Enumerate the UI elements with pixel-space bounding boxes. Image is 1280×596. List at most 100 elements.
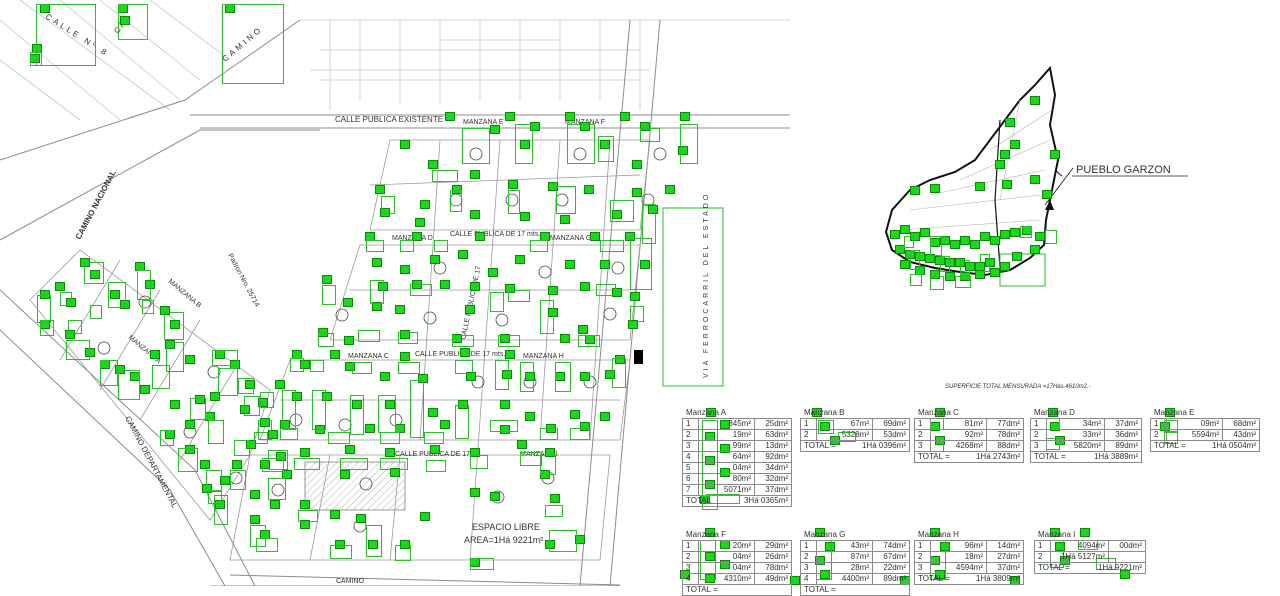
map-marker-icon [560, 334, 570, 343]
map-marker-icon [975, 182, 985, 191]
annotation-box [30, 52, 42, 66]
map-marker-icon [565, 112, 575, 121]
total-value [726, 585, 792, 595]
map-marker-icon [505, 350, 515, 359]
lot-number: 4 [800, 574, 816, 584]
table-total-row: TOTAL = 1Há 3889m² [1030, 451, 1142, 463]
table-rows: 1 96m² 14dm² 2 18m² 27dm² 3 4594m² 37dm² TOTAL = 1… [914, 540, 1024, 585]
map-marker-icon [1012, 252, 1022, 261]
map-marker-icon [630, 292, 640, 301]
annotation-box [118, 4, 148, 40]
total-label: TOTAL [682, 496, 726, 506]
annotation-box [395, 545, 411, 561]
map-marker-icon [1050, 150, 1060, 159]
map-marker-icon [185, 355, 195, 364]
map-marker-icon [580, 282, 590, 291]
lot-number: 1 [800, 541, 816, 551]
lot-area: 04m² [698, 563, 754, 573]
lot-area: 19m² [698, 430, 754, 440]
subdivision-map: CALLE PUBLICA EXISTENTE CALLE PUBLICA DE… [0, 0, 1188, 586]
total-label: TOTAL = [1150, 441, 1194, 451]
total-label: TOTAL = [914, 452, 958, 462]
annotation-box [108, 282, 126, 308]
map-marker-icon [1035, 232, 1045, 241]
map-marker-icon [508, 180, 518, 189]
lot-number: 4 [682, 574, 698, 584]
map-marker-icon [460, 348, 470, 357]
annotation-box [549, 530, 577, 552]
map-marker-icon [520, 212, 530, 221]
map-marker-icon [490, 125, 500, 134]
map-marker-icon [140, 385, 150, 394]
annotation-box [358, 330, 380, 342]
table-title: Manzana B [804, 408, 845, 417]
annotation-box [578, 335, 600, 347]
table-rows: 1 34m² 37dm² 2 33m² 36dm² 3 5820m² 89dm² TOTAL = 1… [1030, 418, 1142, 463]
annotation-box [366, 525, 382, 557]
map-marker-icon [578, 325, 588, 334]
map-marker-icon [420, 200, 430, 209]
annotation-box [260, 392, 274, 408]
map-marker-icon [400, 352, 410, 361]
total-value: 1Há 0396m² [844, 441, 910, 451]
map-marker-icon [995, 160, 1005, 169]
lot-area: 1Há 5127m² [1050, 552, 1108, 562]
map-marker-icon [632, 188, 642, 197]
annotation-box [370, 280, 384, 304]
map-marker-icon [395, 305, 405, 314]
lot-area-dm: 88dm² [986, 441, 1024, 451]
map-marker-icon [600, 412, 610, 421]
table-row: 1 43m² 74dm² [800, 540, 910, 551]
map-marker-icon [343, 298, 353, 307]
annotation-box [612, 358, 626, 388]
annotation-box [930, 276, 944, 290]
total-value: 3Há 0365m² [726, 496, 792, 506]
map-marker-icon [525, 412, 535, 421]
lot-area-dm: 00dm² [1108, 541, 1146, 551]
total-label: TOTAL = [682, 585, 726, 595]
map-marker-icon [1002, 180, 1012, 189]
table-total-row: TOTAL = 1Há 9221m² [1034, 562, 1146, 574]
annotation-box [452, 335, 474, 347]
annotation-box [470, 558, 494, 570]
lot-area: 5071m² [698, 485, 754, 495]
road-departamental: CAMINO DEPARTAMENTAL [123, 415, 179, 510]
total-value: 1Há 3809m² [958, 574, 1024, 584]
lot-number: 2 [1150, 430, 1166, 440]
annotation-box [470, 455, 488, 469]
map-marker-icon [1030, 175, 1040, 184]
lot-area: 67m² [816, 419, 872, 429]
map-marker-icon [275, 380, 285, 389]
annotation-box [90, 305, 102, 319]
annotation-box [426, 460, 446, 472]
table-row: 3 4268m² 88dm² [914, 440, 1024, 451]
lot-number: 5 [682, 463, 698, 473]
table-row: 3 28m² 22dm² [800, 562, 910, 573]
lot-area: 20m² [698, 541, 754, 551]
table-title: Manzana H [918, 530, 959, 539]
table-manzana-e: Manzana E 1 09m² 68dm² 2 5594m² 43dm² TOTAL = 1… [1150, 408, 1260, 452]
lot-number: 2 [1030, 430, 1046, 440]
open-space-label: ESPACIO LIBRE [472, 522, 540, 532]
total-label: TOTAL = [800, 585, 844, 595]
lot-area-dm: 25dm² [754, 419, 792, 429]
lot-area-dm: 27dm² [986, 552, 1024, 562]
total-value: 1Há 3889m² [1074, 452, 1142, 462]
map-marker-icon [250, 515, 260, 524]
total-area-label: SUPERFICIE TOTAL MENSURADA =17Has.4610m2… [945, 384, 1091, 390]
map-marker-icon [415, 218, 425, 227]
lot-number: 7 [682, 485, 698, 495]
lot-area: 5820m² [1046, 441, 1104, 451]
lot-number: 2 [800, 430, 816, 440]
annotation-box [545, 505, 563, 517]
table-manzana-b: Manzana B 1 67m² 69dm² 2 5328m² 53dm² TOTAL = 1… [800, 408, 910, 452]
annotation-box [350, 395, 364, 435]
annotation-box [40, 320, 54, 336]
annotation-box [904, 236, 914, 248]
table-row: 3 4594m² 37dm² [914, 562, 1024, 573]
lot-area: 33m² [1046, 430, 1104, 440]
annotation-box [258, 420, 272, 440]
map-marker-icon [560, 215, 570, 224]
map-marker-icon [1030, 96, 1040, 105]
map-marker-icon [465, 305, 475, 314]
